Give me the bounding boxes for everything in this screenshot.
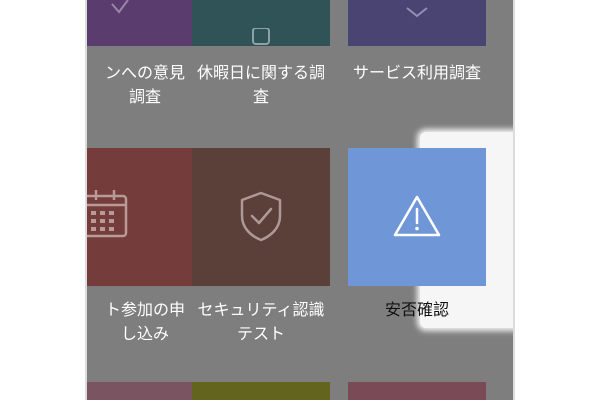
app-grid-screen: ンへの意見 調査 休暇日に関する調 査 サービス利用調査 ト参加の申 し込み セ… bbox=[86, 0, 514, 400]
tile-holiday-survey-label: 休暇日に関する調 査 bbox=[196, 63, 325, 106]
tile-safety-confirmation-square[interactable] bbox=[348, 148, 486, 286]
warning-icon bbox=[393, 195, 441, 237]
phone-frame-right-edge bbox=[513, 0, 515, 400]
shield-check-icon bbox=[240, 191, 282, 242]
check-icon bbox=[111, 0, 129, 14]
tile-bottom-3[interactable] bbox=[348, 382, 486, 400]
tile-bottom-2[interactable] bbox=[192, 382, 330, 400]
tile-service-survey-label: サービス利用調査 bbox=[352, 63, 481, 82]
tile-safety-confirmation-label: 安否確認 bbox=[384, 300, 449, 319]
chevron-icon bbox=[406, 7, 428, 18]
calendar-icon bbox=[86, 190, 128, 238]
tile-security-test-label: セキュリティ認識 テスト bbox=[197, 300, 325, 343]
calendar-check-icon bbox=[252, 28, 270, 45]
phone-frame-left-edge bbox=[85, 0, 87, 400]
tile-security-test-square[interactable] bbox=[192, 148, 330, 286]
tile-service-survey-square[interactable] bbox=[348, 0, 486, 46]
tile-holiday-survey-square[interactable] bbox=[192, 0, 330, 46]
